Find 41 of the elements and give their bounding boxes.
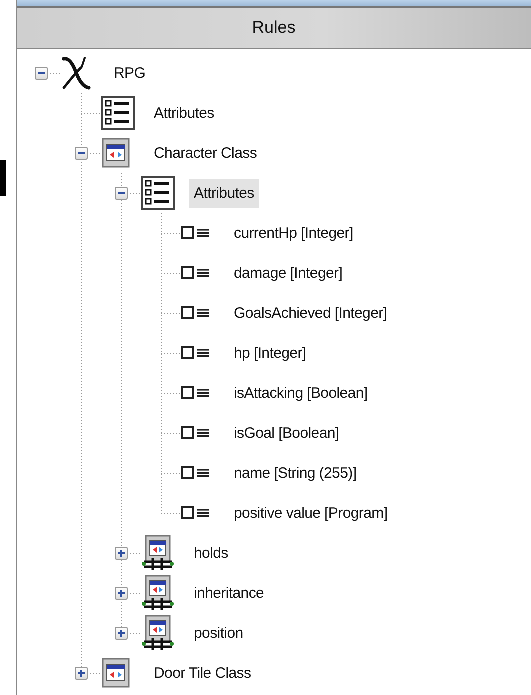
expand-toggle[interactable]: [114, 546, 128, 560]
attribute-icon: [181, 506, 211, 520]
tree-item[interactable]: positive value [Program]: [229, 498, 393, 528]
attribute-icon: [181, 346, 211, 360]
attribute-icon: [181, 226, 211, 240]
attribute-icon: [181, 426, 211, 440]
window-edge: [0, 160, 6, 196]
x-logo-icon: [61, 56, 93, 90]
attribute-icon: [181, 386, 211, 400]
attribute-icon: [181, 306, 211, 320]
tree-item[interactable]: currentHp [Integer]: [229, 218, 358, 248]
relation-class-icon: [141, 574, 175, 612]
relation-class-icon: [141, 534, 175, 572]
class-icon: [101, 137, 131, 169]
tree-item[interactable]: Attributes: [189, 178, 260, 208]
tree-item[interactable]: Door Tile Class: [149, 658, 256, 688]
collapse-toggle[interactable]: [114, 186, 128, 200]
tree-item[interactable]: Character Class: [149, 138, 262, 168]
tree-item[interactable]: name [String (255)]: [229, 458, 362, 488]
tree-item[interactable]: Attributes: [149, 98, 220, 128]
list-icon: [101, 96, 135, 130]
class-icon: [101, 657, 131, 689]
tree-item[interactable]: position: [189, 618, 248, 648]
tree-item[interactable]: isAttacking [Boolean]: [229, 378, 373, 408]
tree-item[interactable]: GoalsAchieved [Integer]: [229, 298, 392, 328]
list-icon: [141, 176, 175, 210]
tree-item[interactable]: inheritance: [189, 578, 270, 608]
tree-item[interactable]: holds: [189, 538, 234, 568]
collapse-toggle[interactable]: [34, 66, 48, 80]
relation-class-icon: [141, 614, 175, 652]
expand-toggle[interactable]: [74, 666, 88, 680]
tree-item[interactable]: RPG: [109, 58, 151, 88]
collapse-toggle[interactable]: [74, 146, 88, 160]
tree-item[interactable]: hp [Integer]: [229, 338, 312, 368]
expand-toggle[interactable]: [114, 586, 128, 600]
attribute-icon: [181, 466, 211, 480]
attribute-icon: [181, 266, 211, 280]
panel-header: Rules: [17, 8, 531, 49]
expand-toggle[interactable]: [114, 626, 128, 640]
tree-item[interactable]: damage [Integer]: [229, 258, 348, 288]
tree-item[interactable]: isGoal [Boolean]: [229, 418, 344, 448]
